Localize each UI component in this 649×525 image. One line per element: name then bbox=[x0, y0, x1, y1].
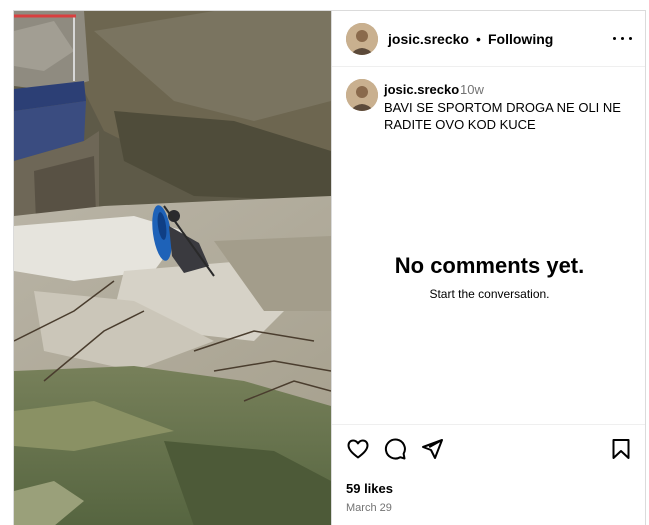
caption-username-link[interactable]: josic.srecko bbox=[384, 82, 459, 97]
caption: josic.srecko 10w BAVI SE SPORTOM DROGA N… bbox=[332, 67, 645, 137]
comment-bubble-icon[interactable] bbox=[383, 437, 407, 461]
post-header: josic.srecko • Following bbox=[332, 11, 645, 67]
likes-count[interactable]: 59 likes bbox=[346, 481, 393, 496]
no-comments-subtitle: Start the conversation. bbox=[429, 287, 550, 301]
more-options-icon[interactable] bbox=[611, 29, 635, 47]
heart-icon[interactable] bbox=[346, 437, 370, 461]
caption-timestamp[interactable]: 10w bbox=[460, 82, 484, 97]
post-actions: 59 likes March 29 bbox=[332, 424, 645, 525]
post-date[interactable]: March 29 bbox=[346, 502, 392, 514]
bookmark-icon[interactable] bbox=[609, 437, 633, 461]
caption-avatar[interactable] bbox=[346, 79, 378, 111]
header-username-link[interactable]: josic.srecko bbox=[388, 31, 469, 47]
caption-text: BAVI SE SPORTOM DROGA NE OLI NE RADITE O… bbox=[384, 100, 621, 132]
post-media-image[interactable] bbox=[14, 11, 331, 525]
avatar[interactable] bbox=[346, 23, 378, 55]
no-comments-title: No comments yet. bbox=[394, 253, 585, 278]
post-side-panel: josic.srecko • Following josic.srecko 10… bbox=[331, 11, 645, 525]
paper-plane-icon[interactable] bbox=[420, 437, 444, 461]
post-dialog: josic.srecko • Following josic.srecko 10… bbox=[13, 10, 646, 525]
following-button[interactable]: Following bbox=[488, 31, 553, 47]
separator-dot: • bbox=[476, 31, 481, 47]
kayak-river-photo bbox=[14, 11, 331, 525]
